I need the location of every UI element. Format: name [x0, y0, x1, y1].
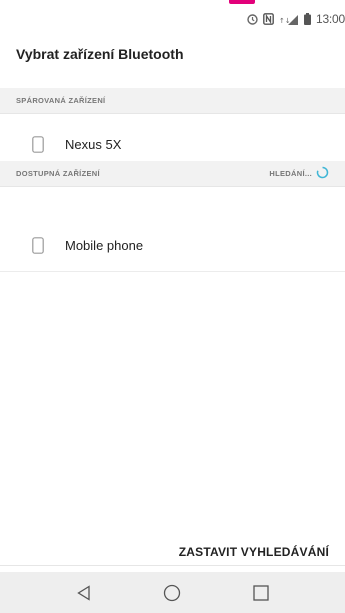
battery-icon [303, 13, 311, 25]
divider [0, 565, 345, 566]
alarm-icon [247, 13, 258, 25]
page-title: Vybrat zařízení Bluetooth [16, 46, 184, 62]
device-name: Mobile phone [65, 238, 144, 253]
recents-icon[interactable] [241, 578, 281, 608]
available-devices-header: DOSTUPNÁ ZAŘÍZENÍ HLEDÁNÍ... [0, 161, 345, 187]
scan-status: HLEDÁNÍ... [269, 166, 329, 181]
status-bar: ↑↓ 13:00 [247, 8, 345, 30]
stop-scanning-button[interactable]: ZASTAVIT VYHLEDÁVÁNÍ [179, 545, 329, 559]
signal-icon: ↑↓ [279, 14, 299, 25]
navigation-bar [0, 572, 345, 613]
paired-devices-label: SPÁROVANÁ ZAŘÍZENÍ [16, 96, 106, 105]
spinner-icon [316, 166, 329, 181]
device-name: Nexus 5X [65, 137, 122, 152]
scan-status-text: HLEDÁNÍ... [269, 169, 312, 178]
available-device-mobile-phone[interactable]: Mobile phone [0, 220, 345, 272]
phone-icon [32, 136, 44, 153]
available-devices-label: DOSTUPNÁ ZAŘÍZENÍ [16, 169, 100, 178]
clock-time: 13:00 [315, 12, 345, 26]
nfc-icon [263, 13, 274, 25]
svg-text:↑↓: ↑↓ [279, 17, 291, 25]
paired-devices-header: SPÁROVANÁ ZAŘÍZENÍ [0, 88, 345, 114]
carrier-accent-mark [229, 0, 255, 4]
phone-icon [32, 237, 44, 254]
back-icon[interactable] [64, 578, 104, 608]
home-icon[interactable] [152, 578, 192, 608]
